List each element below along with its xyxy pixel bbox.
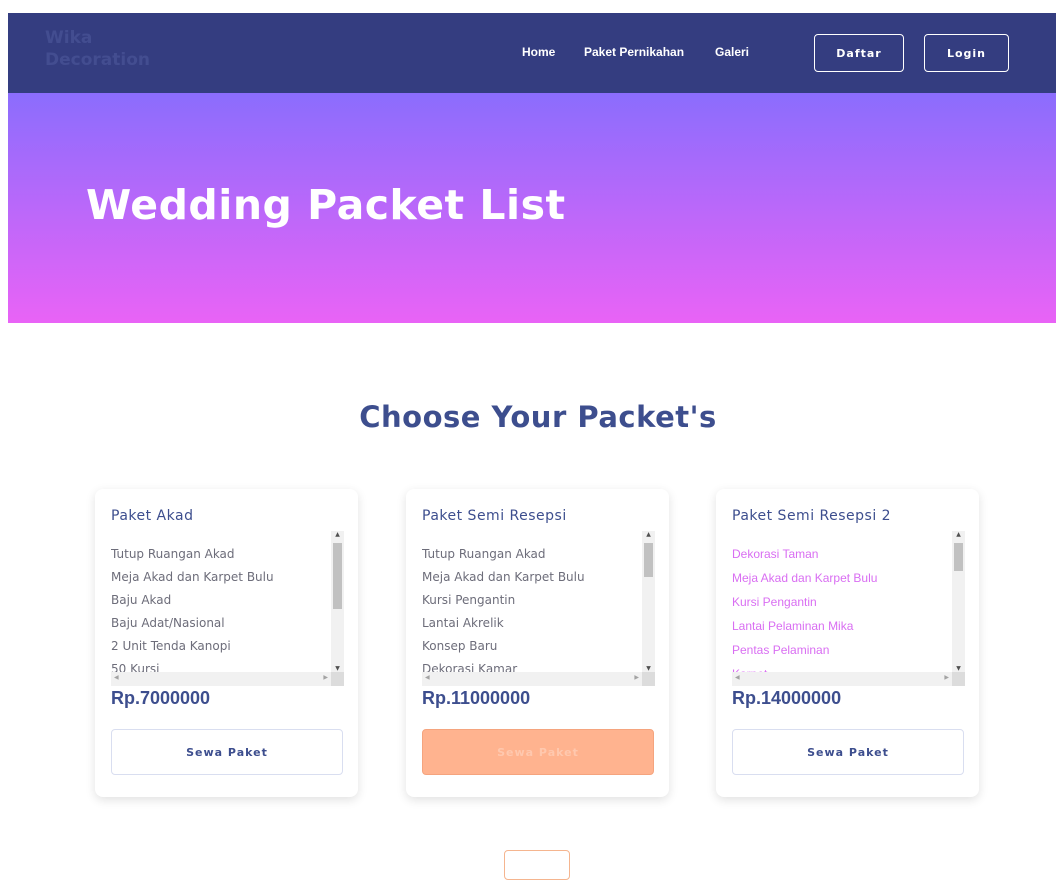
scroll-left-icon[interactable]: ◀ (735, 674, 740, 681)
packet-price: Rp.11000000 (422, 688, 531, 708)
packet-card-semi-resepsi: Paket Semi Resepsi Tutup Ruangan Akad Me… (406, 489, 669, 797)
card-title: Paket Akad (111, 508, 194, 524)
vertical-scrollbar[interactable]: ▲ ▼ (642, 531, 655, 672)
horizontal-scrollbar[interactable]: ◀ ▶ (111, 672, 331, 686)
list-item: Dekorasi Taman (732, 547, 819, 561)
list-item: Baju Akad (111, 593, 172, 607)
daftar-button[interactable]: Daftar (814, 34, 904, 72)
nav-link-paket-pernikahan[interactable]: Paket Pernikahan (584, 45, 684, 59)
packet-price: Rp.7000000 (111, 688, 211, 708)
packet-price: Rp.14000000 (732, 688, 842, 708)
list-item: Kursi Pengantin (732, 595, 817, 609)
card-title: Paket Semi Resepsi 2 (732, 508, 892, 524)
scroll-right-icon[interactable]: ▶ (944, 674, 949, 681)
packet-items-list[interactable]: Tutup Ruangan Akad Meja Akad dan Karpet … (111, 531, 344, 686)
scroll-right-icon[interactable]: ▶ (323, 674, 328, 681)
packet-items-list[interactable]: Tutup Ruangan Akad Meja Akad dan Karpet … (422, 531, 655, 686)
scroll-left-icon[interactable]: ◀ (425, 674, 430, 681)
nav-link-galeri[interactable]: Galeri (715, 45, 749, 59)
nav-link-home[interactable]: Home (522, 45, 555, 59)
list-item: Konsep Baru (422, 639, 498, 653)
scroll-right-icon[interactable]: ▶ (634, 674, 639, 681)
packet-card-akad: Paket Akad Tutup Ruangan Akad Meja Akad … (95, 489, 358, 797)
list-item: Lantai Akrelik (422, 616, 504, 630)
scrollbar-corner (642, 672, 655, 686)
scrollbar-corner (331, 672, 344, 686)
more-packets-button[interactable] (504, 850, 570, 880)
list-item: Lantai Pelaminan Mika (732, 619, 854, 633)
scrollbar-thumb[interactable] (644, 543, 653, 577)
packet-card-semi-resepsi-2: Paket Semi Resepsi 2 Dekorasi Taman Meja… (716, 489, 979, 797)
horizontal-scrollbar[interactable]: ◀ ▶ (732, 672, 952, 686)
packet-items-list[interactable]: Dekorasi Taman Meja Akad dan Karpet Bulu… (732, 531, 965, 686)
sewa-paket-button[interactable]: Sewa Paket (732, 729, 964, 775)
brand-logo[interactable]: Wika Decoration (45, 27, 175, 71)
scrollbar-thumb[interactable] (954, 543, 963, 571)
vertical-scrollbar[interactable]: ▲ ▼ (331, 531, 344, 672)
scroll-down-icon[interactable]: ▼ (642, 665, 655, 672)
section-title: Choose Your Packet's (359, 400, 717, 434)
scrollbar-thumb[interactable] (333, 543, 342, 609)
horizontal-scrollbar[interactable]: ◀ ▶ (422, 672, 642, 686)
list-item: Meja Akad dan Karpet Bulu (732, 571, 878, 585)
sewa-paket-button[interactable]: Sewa Paket (422, 729, 654, 775)
hero-title: Wedding Packet List (86, 181, 566, 229)
scroll-left-icon[interactable]: ◀ (114, 674, 119, 681)
scroll-down-icon[interactable]: ▼ (952, 665, 965, 672)
list-item: Baju Adat/Nasional (111, 616, 225, 630)
scrollbar-corner (952, 672, 965, 686)
list-item: Kursi Pengantin (422, 593, 516, 607)
hero-banner: Wedding Packet List (8, 93, 1056, 323)
navbar: Wika Decoration Home Paket Pernikahan Ga… (8, 13, 1056, 93)
list-item: Tutup Ruangan Akad (111, 547, 235, 561)
list-item: Meja Akad dan Karpet Bulu (422, 570, 585, 584)
scroll-up-icon[interactable]: ▲ (952, 531, 965, 538)
scroll-up-icon[interactable]: ▲ (331, 531, 344, 538)
list-item: Meja Akad dan Karpet Bulu (111, 570, 274, 584)
list-item: Tutup Ruangan Akad (422, 547, 546, 561)
scroll-up-icon[interactable]: ▲ (642, 531, 655, 538)
login-button[interactable]: Login (924, 34, 1009, 72)
scroll-down-icon[interactable]: ▼ (331, 665, 344, 672)
sewa-paket-button[interactable]: Sewa Paket (111, 729, 343, 775)
list-item: Pentas Pelaminan (732, 643, 830, 657)
vertical-scrollbar[interactable]: ▲ ▼ (952, 531, 965, 672)
list-item: 2 Unit Tenda Kanopi (111, 639, 231, 653)
card-title: Paket Semi Resepsi (422, 508, 567, 524)
